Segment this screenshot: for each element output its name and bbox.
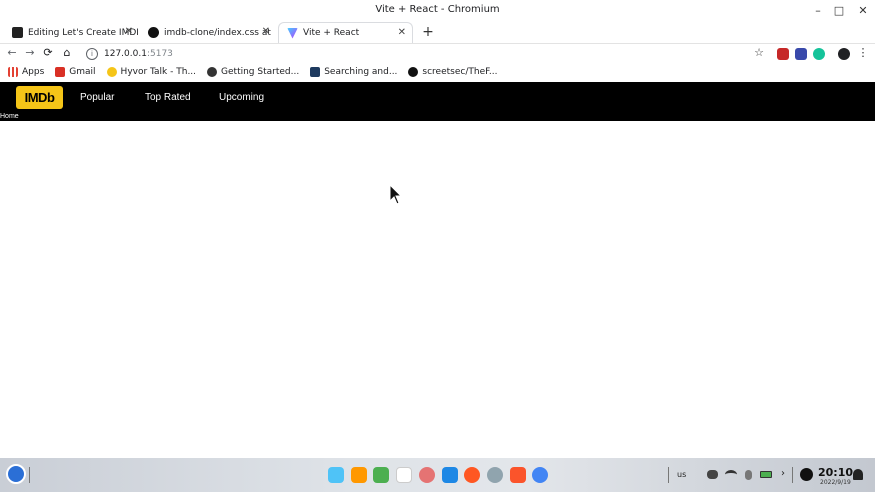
back-button[interactable]: ← xyxy=(4,45,20,61)
chrome-icon[interactable] xyxy=(532,467,548,483)
bookmark-searching[interactable]: Searching and... xyxy=(310,67,397,77)
bookmark-label: Gmail xyxy=(69,67,96,77)
window-titlebar: Vite + React - Chromium – □ ✕ xyxy=(0,0,875,22)
tab-imdb-clone-css[interactable]: imdb-clone/index.css at m ✕ xyxy=(140,22,276,43)
maximize-button[interactable]: □ xyxy=(831,3,847,19)
tab-close-icon[interactable]: ✕ xyxy=(398,27,406,38)
tab-label: imdb-clone/index.css at m xyxy=(164,27,274,38)
clock-date: 2022/9/19 xyxy=(820,479,851,486)
tab-label: Editing Let's Create IMDB xyxy=(28,27,138,38)
taskbar-divider xyxy=(29,467,30,483)
brave-icon[interactable] xyxy=(510,467,526,483)
algolia-icon xyxy=(310,67,321,77)
github-icon xyxy=(408,67,419,77)
grammarly-icon[interactable] xyxy=(813,48,825,60)
browser-toolbar: ← → ⟳ ⌂ i 127.0.0.1 :5173 ☆ ⋮ xyxy=(0,43,875,62)
home-label: Home xyxy=(0,113,19,120)
vite-icon xyxy=(287,27,298,39)
bookmark-label: Searching and... xyxy=(324,67,398,77)
new-tab-button[interactable]: + xyxy=(420,24,436,40)
nav-upcoming[interactable]: Upcoming xyxy=(219,92,264,103)
launcher-icon[interactable] xyxy=(6,464,26,484)
bookmark-label: screetsec/TheF... xyxy=(422,67,498,77)
tab-vite-react[interactable]: Vite + React ✕ xyxy=(278,22,413,43)
os-taskbar: us › 20:10 2022/9/19 xyxy=(0,458,875,492)
site-info-icon[interactable]: i xyxy=(86,47,98,60)
tab-editing-imdb[interactable]: Editing Let's Create IMDB ✕ xyxy=(4,22,139,43)
nav-popular[interactable]: Popular xyxy=(80,92,114,103)
imdb-logo[interactable]: IMDb xyxy=(16,86,63,109)
home-button[interactable]: ⌂ xyxy=(59,45,75,61)
tab-label: Vite + React xyxy=(303,28,360,38)
tab-close-icon[interactable]: ✕ xyxy=(262,26,270,37)
tray-divider xyxy=(792,467,793,483)
chevron-right-icon[interactable]: › xyxy=(781,468,785,479)
bookmarks-bar: Apps Gmail Hyvor Talk - Th... Getting St… xyxy=(0,62,875,82)
url-host: 127.0.0.1 xyxy=(104,48,147,59)
apps-grid-icon xyxy=(8,67,18,77)
keyboard-layout[interactable]: us xyxy=(677,470,686,479)
vscode-icon[interactable] xyxy=(442,467,458,483)
bookmark-label: Apps xyxy=(22,67,45,77)
nav-top-rated[interactable]: Top Rated xyxy=(145,92,191,103)
music-icon[interactable] xyxy=(373,467,389,483)
bookmark-gmail[interactable]: Gmail xyxy=(55,67,96,77)
page-viewport: IMDb Popular Top Rated Upcoming Home xyxy=(0,82,875,458)
bookmark-label: Getting Started... xyxy=(221,67,300,77)
gmail-icon xyxy=(55,67,66,77)
bookmark-getting-started[interactable]: Getting Started... xyxy=(207,67,299,77)
keyboard-icon[interactable] xyxy=(707,470,718,479)
github-icon xyxy=(148,27,159,38)
bookmark-label: Hyvor Talk - Th... xyxy=(120,67,197,77)
address-bar[interactable]: i 127.0.0.1 :5173 xyxy=(80,45,770,62)
url-port: :5173 xyxy=(146,48,173,59)
bluetooth-icon[interactable] xyxy=(745,470,752,480)
bookmark-hyvor-talk[interactable]: Hyvor Talk - Th... xyxy=(106,67,197,77)
tray-divider xyxy=(668,467,669,483)
clock-time[interactable]: 20:10 xyxy=(818,466,853,479)
close-window-button[interactable]: ✕ xyxy=(855,3,871,19)
browser-menu-icon[interactable]: ⋮ xyxy=(855,45,871,61)
app-header: IMDb Popular Top Rated Upcoming Home xyxy=(0,82,875,121)
profile-avatar[interactable] xyxy=(838,48,850,60)
chromium-icon[interactable] xyxy=(487,467,503,483)
power-icon[interactable] xyxy=(800,468,813,481)
bookmark-screetsec[interactable]: screetsec/TheF... xyxy=(408,67,497,77)
battery-icon[interactable] xyxy=(760,471,772,478)
app-store-icon[interactable] xyxy=(351,467,367,483)
minimize-button[interactable]: – xyxy=(810,3,826,19)
hyvor-icon xyxy=(106,67,117,77)
tab-strip: Editing Let's Create IMDB ✕ imdb-clone/i… xyxy=(0,22,875,43)
file-manager-icon[interactable] xyxy=(328,467,344,483)
dev-icon xyxy=(12,27,23,38)
settings-icon[interactable] xyxy=(419,467,435,483)
reload-button[interactable]: ⟳ xyxy=(40,45,56,61)
wifi-icon[interactable] xyxy=(725,470,737,479)
window-title: Vite + React - Chromium xyxy=(375,4,500,15)
calendar-icon[interactable] xyxy=(396,467,412,483)
extension-red-icon[interactable] xyxy=(777,48,789,60)
bookmark-star-icon[interactable]: ☆ xyxy=(751,45,767,61)
notification-bell-icon[interactable] xyxy=(853,469,863,480)
bookmark-apps[interactable]: Apps xyxy=(8,67,44,77)
postman-icon[interactable] xyxy=(464,467,480,483)
globe-icon xyxy=(207,67,218,77)
forward-button[interactable]: → xyxy=(22,45,38,61)
extension-purple-icon[interactable] xyxy=(795,48,807,60)
tab-close-icon[interactable]: ✕ xyxy=(125,26,133,37)
mouse-cursor-icon xyxy=(389,184,403,205)
